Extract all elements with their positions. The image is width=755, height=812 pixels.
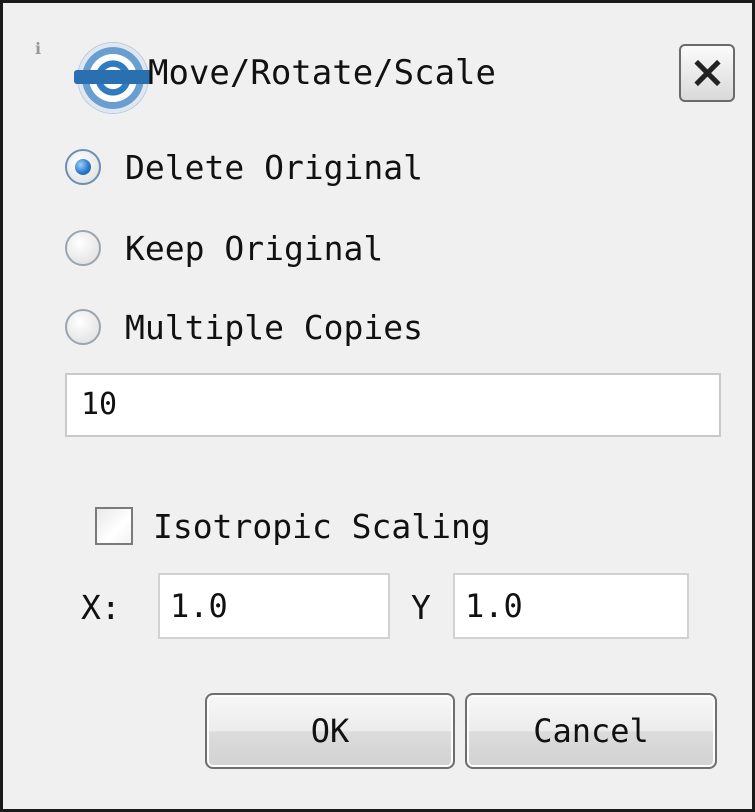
radio-delete-original[interactable]: Delete Original [65, 143, 423, 191]
close-icon [694, 60, 720, 86]
cancel-button[interactable]: Cancel [465, 693, 717, 769]
x-scale-label: X: [81, 588, 121, 627]
corner-mark: ℹ [35, 39, 42, 58]
isotropic-scaling-label: Isotropic Scaling [153, 506, 491, 546]
y-scale-label: Y [411, 588, 431, 627]
y-scale-input[interactable]: 1.0 [453, 573, 689, 639]
app-logo-icon [74, 43, 152, 113]
radio-button[interactable] [65, 309, 101, 345]
radio-button[interactable] [65, 230, 101, 266]
isotropic-scaling-checkbox[interactable] [95, 507, 133, 545]
window-title: Move/Rotate/Scale [148, 53, 496, 93]
radio-label: Keep Original [125, 228, 384, 268]
radio-label: Multiple Copies [125, 307, 424, 347]
ok-button[interactable]: OK [205, 693, 455, 769]
radio-multiple-copies[interactable]: Multiple Copies [65, 303, 423, 351]
title-bar[interactable]: ℹ Move/Rotate/Scale [3, 3, 752, 123]
radio-label: Delete Original [125, 147, 424, 187]
radio-keep-original[interactable]: Keep Original [65, 224, 383, 272]
copies-count-input[interactable]: 10 [65, 373, 721, 437]
move-rotate-scale-dialog: ℹ Move/Rotate/Scale Delete Original Keep… [0, 0, 755, 812]
close-button[interactable] [679, 44, 735, 102]
radio-button-checked[interactable] [65, 149, 101, 185]
x-scale-input[interactable]: 1.0 [158, 573, 390, 639]
isotropic-scaling-option[interactable]: Isotropic Scaling [95, 501, 491, 551]
